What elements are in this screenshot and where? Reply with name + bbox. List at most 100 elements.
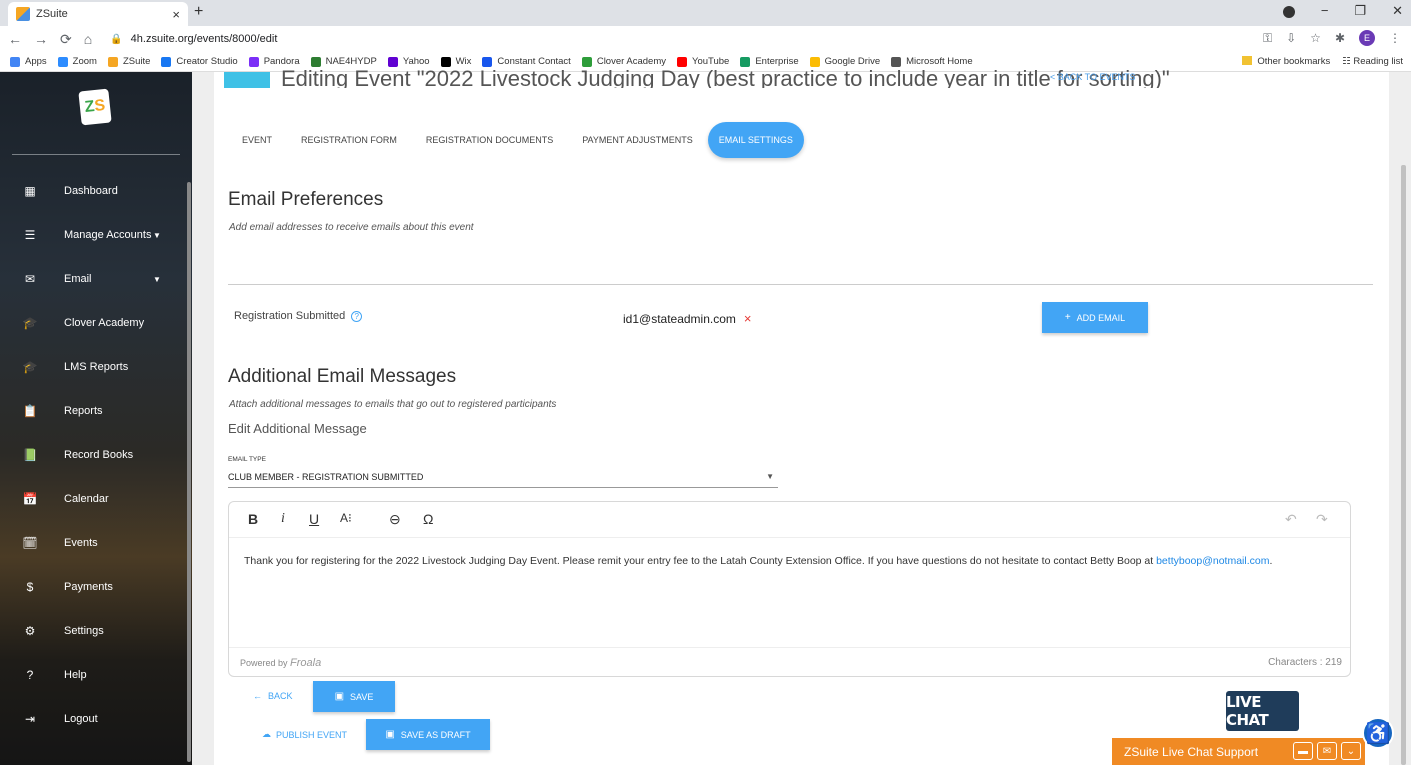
sidebar-scrollbar[interactable] <box>187 182 191 762</box>
sidebar-item-label: Dashboard <box>64 185 118 197</box>
accessibility-icon[interactable]: ♿ <box>1362 717 1394 749</box>
extensions-icon[interactable]: ✱ <box>1335 31 1345 45</box>
sidebar-item-reports[interactable]: 📋 Reports <box>0 396 186 426</box>
bold-icon[interactable]: B <box>248 511 258 527</box>
save-button[interactable]: ▣ SAVE <box>313 681 395 712</box>
sidebar-item-payments[interactable]: $ Payments <box>0 572 186 602</box>
undo-icon[interactable]: ↶ <box>1285 511 1297 528</box>
back-arrow-icon[interactable]: ← <box>8 31 22 47</box>
dollar-icon: $ <box>26 580 34 594</box>
bookmark-creator-studio[interactable]: Creator Studio <box>161 56 238 67</box>
sidebar-item-record-books[interactable]: 📗 Record Books <box>0 440 186 470</box>
profile-avatar[interactable]: E <box>1359 30 1375 46</box>
sidebar-item-events[interactable]: 🗓 Events <box>0 528 186 558</box>
redo-icon[interactable]: ↷ <box>1316 511 1328 528</box>
close-tab-icon[interactable]: × <box>172 7 180 22</box>
link-icon[interactable]: ⊖ <box>389 511 401 528</box>
reload-icon[interactable]: ⟳ <box>60 31 72 48</box>
editor-content[interactable]: Thank you for registering for the 2022 L… <box>244 555 1272 567</box>
registration-submitted-label: Registration Submitted ? <box>234 310 363 322</box>
sidebar-item-label: Help <box>64 669 87 681</box>
bookmark-favicon-icon <box>248 56 259 67</box>
graduation-cap-icon: 🎓 <box>22 316 38 330</box>
sidebar-item-help[interactable]: ? Help <box>0 660 186 690</box>
email-type-select[interactable]: CLUB MEMBER - REGISTRATION SUBMITTED ▼ <box>228 466 778 488</box>
zsuite-favicon-icon <box>16 7 30 21</box>
tab-event[interactable]: EVENT <box>228 122 286 158</box>
sidebar-item-calendar[interactable]: 📅 Calendar <box>0 484 186 514</box>
new-tab-button[interactable]: + <box>194 3 203 21</box>
sidebar-item-label: Payments <box>64 581 113 593</box>
tab-registration-documents[interactable]: REGISTRATION DOCUMENTS <box>412 122 567 158</box>
star-icon[interactable]: ☆ <box>1310 31 1321 45</box>
save-as-draft-button[interactable]: ▣ SAVE AS DRAFT <box>366 719 490 750</box>
save-as-draft-label: SAVE AS DRAFT <box>400 729 471 740</box>
restore-icon[interactable]: ❐ <box>1354 3 1366 19</box>
live-chat-label: ZSuite Live Chat Support <box>1124 744 1259 759</box>
page-scrollbar[interactable] <box>1401 165 1406 765</box>
sidebar-item-manage-accounts[interactable]: ☰ Manage Accounts ▼ <box>0 220 186 250</box>
bookmark-apps[interactable]: Apps <box>10 56 47 67</box>
browser-tab[interactable]: ZSuite × <box>8 2 188 26</box>
zsuite-logo[interactable]: ZS <box>78 88 112 126</box>
back-button[interactable]: ← BACK <box>253 691 293 701</box>
dashboard-icon: ▦ <box>24 184 36 198</box>
publish-event-label: PUBLISH EVENT <box>276 729 348 740</box>
tab-payment-adjustments[interactable]: PAYMENT ADJUSTMENTS <box>568 122 707 158</box>
help-circle-icon[interactable]: ? <box>351 310 363 322</box>
bookmark-label: ZSuite <box>122 56 151 67</box>
italic-icon[interactable]: i <box>281 511 285 527</box>
sidebar-item-label: Calendar <box>64 493 109 505</box>
contact-email-link[interactable]: bettyboop@notmail.com <box>1156 555 1269 567</box>
sidebar-item-settings[interactable]: ⚙ Settings <box>0 616 186 646</box>
minimize-icon[interactable]: − <box>1321 3 1329 19</box>
underline-icon[interactable]: U <box>309 511 319 527</box>
url-text: 4h.zsuite.org/events/8000/edit <box>130 33 278 45</box>
floppy-disk-icon: ▣ <box>334 691 345 702</box>
profile-dot-icon[interactable] <box>1282 6 1295 18</box>
powered-by[interactable]: Powered by Froala <box>240 657 321 669</box>
add-email-label: ADD EMAIL <box>1076 312 1126 323</box>
chat-bubble-icon[interactable]: ▬ <box>1293 742 1313 760</box>
mail-icon[interactable]: ✉ <box>1317 742 1337 760</box>
install-icon[interactable]: ⇩ <box>1286 31 1296 45</box>
bookmark-zsuite[interactable]: ZSuite <box>107 56 151 67</box>
close-window-icon[interactable]: ✕ <box>1392 3 1403 19</box>
email-type-label: EMAIL TYPE <box>228 456 266 463</box>
other-bookmarks[interactable]: Other bookmarks <box>1242 56 1330 67</box>
add-email-button[interactable]: + ADD EMAIL <box>1042 302 1148 333</box>
rich-text-editor: B i U A⁝ ⊖ Ω ↶ ↷ Thank you for registeri… <box>228 501 1351 677</box>
sidebar-item-label: Logout <box>64 713 98 725</box>
live-chat-actions: ▬ ✉ ⌄ <box>1293 742 1361 760</box>
email-preferences-title: Email Preferences <box>228 189 384 210</box>
bookmark-zoom[interactable]: Zoom <box>57 56 97 67</box>
editor-footer: Powered by Froala Characters : 219 <box>229 647 1350 677</box>
tab-registration-form[interactable]: REGISTRATION FORM <box>287 122 411 158</box>
menu-dots-icon[interactable]: ⋮ <box>1389 31 1401 45</box>
url-field[interactable]: 🔒 4h.zsuite.org/events/8000/edit <box>110 33 277 45</box>
forward-arrow-icon[interactable]: → <box>34 31 48 47</box>
minimize-chat-icon[interactable]: ⌄ <box>1341 742 1361 760</box>
key-icon[interactable]: ⚿ <box>1263 31 1272 46</box>
save-label: SAVE <box>350 691 374 702</box>
sidebar-item-label: LMS Reports <box>64 361 129 373</box>
list-icon: ☰ <box>24 228 36 242</box>
reading-list[interactable]: ☷ Reading list <box>1342 56 1403 67</box>
publish-event-button[interactable]: ☁ PUBLISH EVENT <box>262 729 347 740</box>
home-icon[interactable]: ⌂ <box>84 31 92 47</box>
tab-email-settings[interactable]: EMAIL SETTINGS <box>707 122 804 158</box>
bookmark-favicon-icon <box>57 56 68 67</box>
sidebar-item-email[interactable]: ✉ Email ▼ <box>0 264 186 294</box>
sidebar-item-dashboard[interactable]: ▦ Dashboard <box>0 176 186 206</box>
sidebar-item-logout[interactable]: ⇥ Logout <box>0 704 186 734</box>
event-header-icon <box>224 72 270 88</box>
back-to-events-link[interactable]: < BACK TO EVENTS <box>1050 72 1135 80</box>
folder-icon <box>1242 56 1253 65</box>
sidebar-item-clover-academy[interactable]: 🎓 Clover Academy <box>0 308 186 338</box>
sidebar-item-lms-reports[interactable]: 🎓 LMS Reports <box>0 352 186 382</box>
live-chat-bar[interactable]: ZSuite Live Chat Support ▬ ✉ ⌄ <box>1112 738 1365 765</box>
remove-email-icon[interactable]: × <box>744 311 752 326</box>
live-chat-badge[interactable]: LIVE CHAT <box>1226 691 1299 731</box>
special-characters-icon[interactable]: Ω <box>423 511 433 527</box>
font-size-icon[interactable]: A⁝ <box>340 511 352 525</box>
